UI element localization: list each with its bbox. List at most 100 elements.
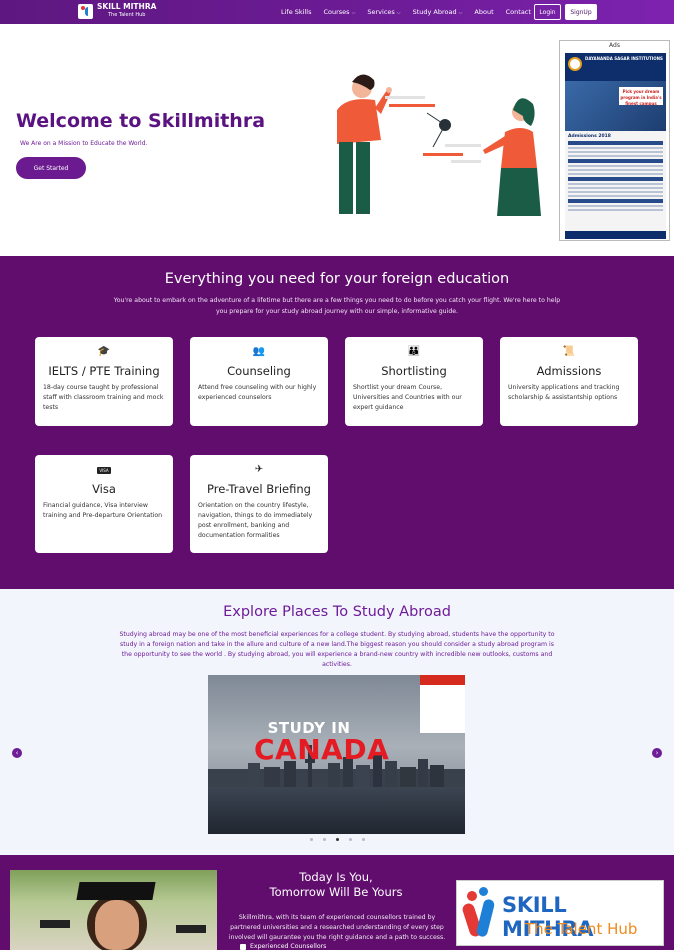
- hero-subtitle: We Are on a Mission to Educate the World…: [20, 140, 148, 147]
- visa-badge: VISA: [97, 467, 111, 474]
- ad-line: [568, 187, 663, 189]
- institution-emblem-icon: [568, 57, 582, 71]
- lake-water: [208, 787, 465, 834]
- get-started-button[interactable]: Get Started: [16, 157, 86, 179]
- ad-banner[interactable]: DAYANANDA SAGAR INSTITUTIONS Pick your d…: [565, 53, 666, 239]
- grad-cap-shape: [40, 920, 70, 928]
- service-card-shortlisting[interactable]: 👪 Shortlisting Shortlist your dream Cour…: [345, 337, 483, 426]
- checklist-item: Experienced Counsellors: [240, 943, 326, 950]
- ads-label: Ads: [609, 42, 620, 49]
- menu-label: Services: [367, 8, 395, 16]
- card-title: Admissions: [536, 364, 602, 378]
- service-card-visa[interactable]: VISA Visa Financial guidance, Visa inter…: [35, 455, 173, 553]
- chevron-down-icon: ⌵: [351, 10, 356, 16]
- service-card-counseling[interactable]: 👥 Counseling Attend free counseling with…: [190, 337, 328, 426]
- signup-button[interactable]: SignUp: [565, 4, 597, 20]
- ad-line: [568, 177, 663, 181]
- logo-text: SKILL MITHRA The Talent Hub: [97, 3, 156, 19]
- menu-life-skills[interactable]: Life Skills: [281, 8, 311, 16]
- ad-line: [568, 155, 663, 157]
- ad-heading-text: DAYANANDA SAGAR INSTITUTIONS: [585, 56, 663, 61]
- menu-label: Life Skills: [281, 8, 312, 16]
- carousel-indicators: [0, 838, 674, 841]
- scroll-icon: 📜: [562, 346, 576, 357]
- ad-tagline: Pick your dream program in India's fines…: [619, 87, 663, 106]
- menu-label: Contact: [505, 8, 531, 16]
- card-description: Orientation on the country lifestyle, na…: [198, 502, 313, 539]
- ad-line: [568, 151, 663, 153]
- carousel-dot[interactable]: [322, 838, 326, 841]
- checklist-label: Experienced Counsellors: [250, 943, 327, 950]
- ad-line: [568, 141, 663, 145]
- airplane-icon: ✈: [254, 464, 264, 475]
- ad-line: [568, 159, 663, 163]
- brand-figure-shape: [475, 898, 496, 938]
- hero-illustration: [337, 74, 541, 216]
- slide-country: CANADA: [254, 733, 390, 766]
- ad-line: [568, 195, 663, 197]
- card-title: Visa: [92, 482, 116, 496]
- service-card-admissions[interactable]: 📜 Admissions University applications and…: [500, 337, 638, 426]
- main-menu: Life Skills Courses ⌵ Services ⌵ Study Abr…: [281, 0, 543, 24]
- explore-section: Explore Places To Study Abroad Studying …: [0, 589, 674, 855]
- logo-title: SKILL MITHRA: [97, 2, 157, 11]
- carousel-dot[interactable]: [361, 838, 365, 841]
- promo-title-line1: Today Is You,: [299, 870, 373, 884]
- logo-icon: [78, 3, 93, 19]
- menu-label: Courses: [323, 8, 350, 16]
- card-title: Shortlisting: [381, 364, 447, 378]
- ad-body: Admissions 2018: [565, 131, 666, 231]
- carousel-dot-active[interactable]: [335, 838, 339, 841]
- ad-line: [568, 169, 663, 171]
- people-group-icon: 👪: [407, 346, 421, 357]
- top-navbar: SKILL MITHRA The Talent Hub Life Skills …: [0, 0, 674, 24]
- menu-about[interactable]: About: [474, 8, 493, 16]
- logo-subtitle: The Talent Hub: [107, 12, 146, 18]
- carousel-slide-canada[interactable]: STUDY IN CANADA: [208, 675, 465, 834]
- card-title: Pre-Travel Briefing: [207, 482, 311, 496]
- menu-study-abroad[interactable]: Study Abroad ⌵: [413, 8, 463, 16]
- ad-footer: [565, 231, 666, 239]
- services-description: You're about to embark on the adventure …: [113, 297, 561, 315]
- carousel-dot[interactable]: [309, 838, 313, 841]
- ad-line: [568, 191, 663, 193]
- menu-contact[interactable]: Contact: [506, 8, 531, 16]
- service-card-pre-travel[interactable]: ✈ Pre-Travel Briefing Orientation on the…: [190, 455, 328, 553]
- graduation-cap-icon: 🎓: [97, 346, 111, 357]
- login-button[interactable]: Login: [534, 4, 561, 20]
- carousel-dot[interactable]: [348, 838, 352, 841]
- promo-title: Today Is You, Tomorrow Will Be Yours: [226, 870, 446, 900]
- ad-line: [568, 205, 663, 207]
- ads-panel: Ads DAYANANDA SAGAR INSTITUTIONS Pick yo…: [559, 40, 670, 241]
- explore-title: Explore Places To Study Abroad: [223, 604, 451, 620]
- card-title: IELTS / PTE Training: [48, 364, 160, 378]
- ad-photo: Pick your dream program in India's fines…: [565, 81, 666, 131]
- ad-line: [568, 183, 663, 185]
- menu-courses[interactable]: Courses ⌵: [323, 8, 355, 16]
- ad-line: [568, 173, 663, 175]
- menu-services[interactable]: Services ⌵: [367, 8, 400, 16]
- services-section: Everything you need for your foreign edu…: [0, 256, 674, 589]
- service-card-ielts[interactable]: 🎓 IELTS / PTE Training 18-day course tau…: [35, 337, 173, 426]
- chevron-down-icon: ⌵: [396, 10, 401, 16]
- people-talk-icon: 👥: [252, 346, 266, 357]
- carousel-prev-button[interactable]: ‹: [12, 748, 22, 758]
- explore-description: Studying abroad may be one of the most b…: [119, 631, 555, 668]
- grad-cap-shape: [176, 925, 206, 933]
- card-title: Counseling: [227, 364, 291, 378]
- services-title: Everything you need for your foreign edu…: [164, 271, 510, 287]
- ad-line: [568, 199, 663, 203]
- promo-description: Skillmithra, with its team of experience…: [228, 914, 446, 941]
- graduate-photo: [10, 870, 217, 950]
- menu-label: Study Abroad: [412, 8, 457, 16]
- card-description: Financial guidance, Visa interview train…: [43, 502, 163, 519]
- card-description: University applications and tracking sch…: [508, 384, 620, 401]
- ad-line: [568, 209, 663, 211]
- site-logo[interactable]: SKILL MITHRA The Talent Hub: [78, 3, 156, 19]
- hero-section: Welcome to Skillmithra We Are on a Missi…: [0, 24, 674, 256]
- ad-line: [568, 165, 663, 167]
- carousel-next-button[interactable]: ›: [652, 748, 662, 758]
- checkbox-icon: [240, 943, 246, 950]
- canada-flag-icon: [420, 675, 465, 733]
- ad-line: [568, 147, 663, 149]
